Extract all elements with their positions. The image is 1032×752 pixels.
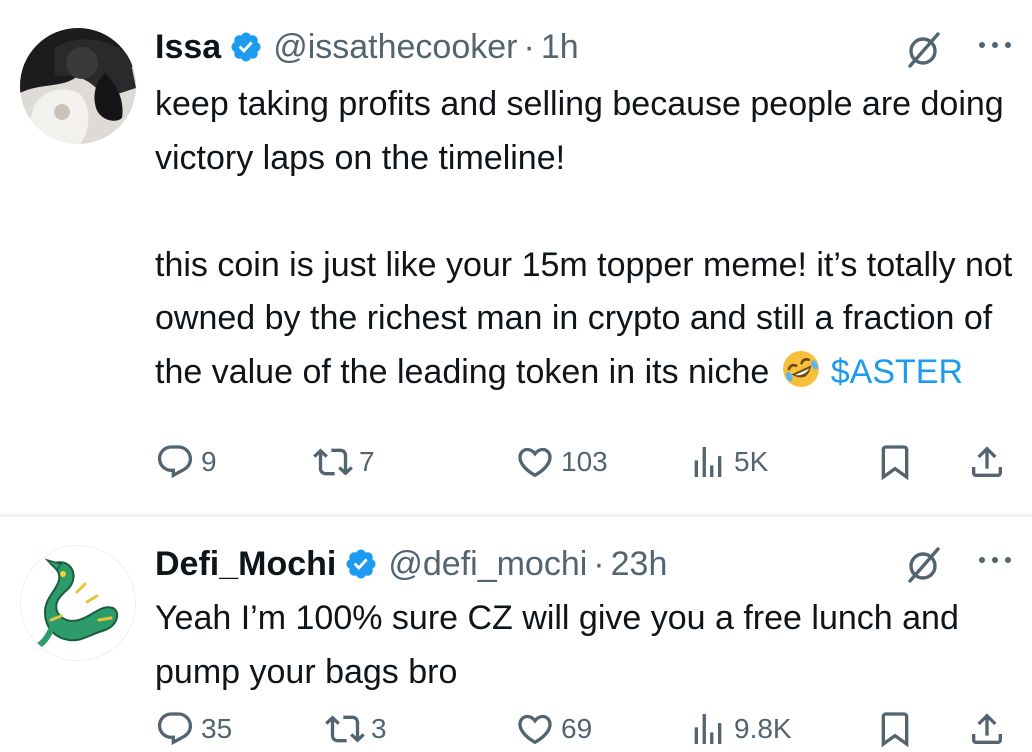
separator-dot: · xyxy=(523,27,535,66)
repost-count: 3 xyxy=(371,713,387,744)
reply-button[interactable]: 9 xyxy=(155,440,217,484)
green-dragon-avatar-icon xyxy=(21,546,135,660)
reply-count: 35 xyxy=(201,713,233,744)
repost-button[interactable]: 3 xyxy=(325,707,387,751)
timestamp[interactable]: 1h xyxy=(541,28,579,67)
reply-icon xyxy=(157,712,193,746)
repost-count: 7 xyxy=(359,446,375,477)
repost-button[interactable]: 7 xyxy=(313,440,375,484)
more-options-icon[interactable] xyxy=(972,30,1018,60)
share-icon xyxy=(972,713,1002,744)
tweet[interactable]: Issa @issathecooker · 1h keep taking pro… xyxy=(0,0,1032,515)
timestamp[interactable]: 23h xyxy=(611,545,668,584)
bookmark-icon xyxy=(881,445,909,481)
like-button[interactable]: 103 xyxy=(515,440,608,484)
bookmark-button[interactable] xyxy=(875,707,915,751)
reply-count: 9 xyxy=(201,446,217,477)
like-count: 69 xyxy=(561,713,593,744)
tweet-paragraph: keep taking profits and selling because … xyxy=(155,85,1004,177)
reply-button[interactable]: 35 xyxy=(155,707,232,751)
share-icon xyxy=(972,446,1002,477)
author-handle[interactable]: @issathecooker xyxy=(273,28,517,67)
separator-dot: · xyxy=(593,544,605,583)
view-count: 5K xyxy=(734,446,769,477)
tweet-paragraph: Yeah I’m 100% sure CZ will give you a fr… xyxy=(155,599,959,691)
rolling-on-floor-laughing-emoji-icon xyxy=(779,347,823,391)
action-bar: 35 3 69 9.8K xyxy=(155,707,1025,751)
avatar[interactable] xyxy=(20,545,136,661)
grok-icon[interactable] xyxy=(904,30,944,70)
bookmark-button[interactable] xyxy=(875,440,915,484)
author-handle[interactable]: @defi_mochi xyxy=(388,545,587,584)
verified-badge-icon xyxy=(229,30,263,64)
analytics-icon xyxy=(694,447,722,477)
reply-icon xyxy=(157,445,193,479)
share-button[interactable] xyxy=(967,440,1007,484)
tweet-header: Issa @issathecooker · 1h xyxy=(155,22,579,72)
action-bar: 9 7 103 5K xyxy=(155,440,1025,484)
author-name[interactable]: Defi_Mochi xyxy=(155,545,336,584)
view-count: 9.8K xyxy=(734,713,792,744)
tweet-text: keep taking profits and selling because … xyxy=(155,78,1015,399)
tweet-header: Defi_Mochi @defi_mochi · 23h xyxy=(155,539,667,589)
verified-badge-icon xyxy=(344,547,378,581)
grok-icon[interactable] xyxy=(904,545,944,585)
bookmark-icon xyxy=(881,712,909,748)
author-name[interactable]: Issa xyxy=(155,28,221,67)
avatar-photo-icon xyxy=(20,28,136,144)
like-count: 103 xyxy=(561,446,608,477)
share-button[interactable] xyxy=(967,707,1007,751)
like-button[interactable]: 69 xyxy=(515,707,592,751)
views-button[interactable]: 5K xyxy=(688,440,768,484)
more-options-icon[interactable] xyxy=(972,545,1018,575)
views-button[interactable]: 9.8K xyxy=(688,707,792,751)
tweet-text: Yeah I’m 100% sure CZ will give you a fr… xyxy=(155,592,1015,699)
cashtag-link[interactable]: $ASTER xyxy=(831,353,963,391)
repost-icon xyxy=(313,448,353,476)
tweet-paragraph: this coin is just like your 15m topper m… xyxy=(155,239,1015,400)
heart-icon xyxy=(518,714,552,745)
repost-icon xyxy=(325,715,365,743)
heart-icon xyxy=(518,447,552,478)
analytics-icon xyxy=(694,714,722,744)
avatar[interactable] xyxy=(20,28,136,144)
tweet[interactable]: Defi_Mochi @defi_mochi · 23h Yeah I’m 10… xyxy=(0,517,1032,752)
